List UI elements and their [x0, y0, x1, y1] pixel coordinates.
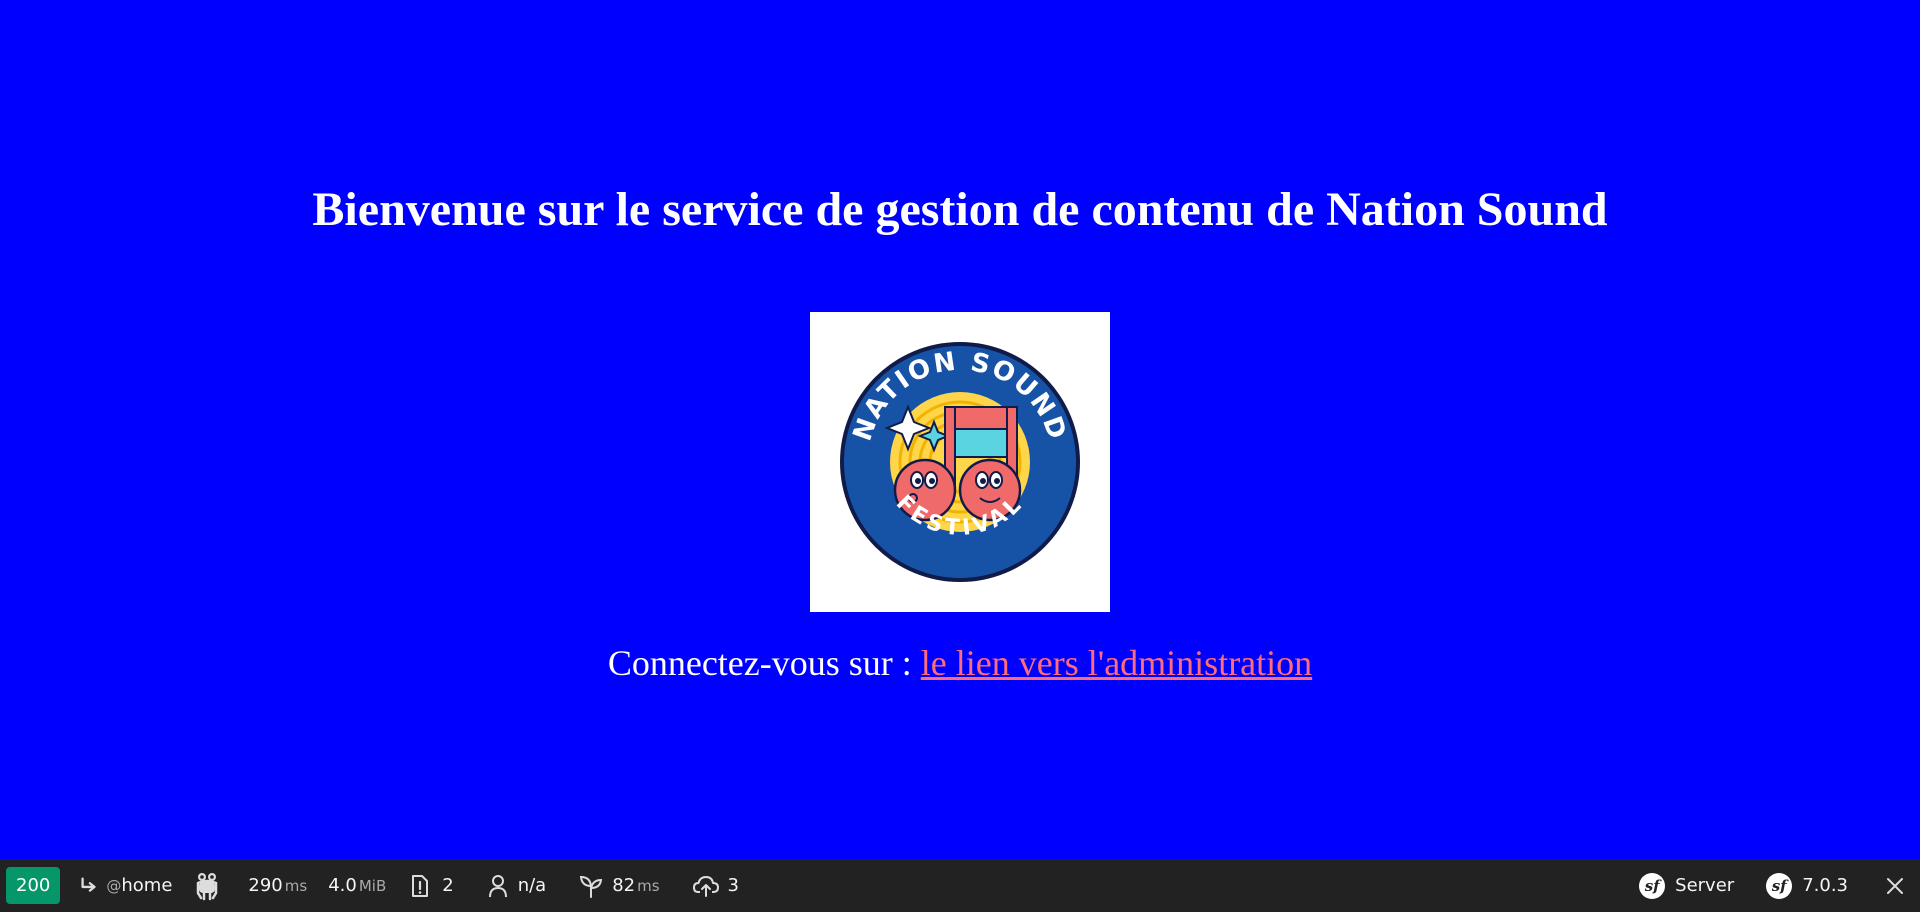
- route-arrow-icon: [78, 875, 100, 897]
- http-count: 3: [727, 875, 739, 896]
- server-item[interactable]: sf Server: [1639, 859, 1734, 912]
- connect-label: Connectez-vous sur :: [607, 643, 912, 683]
- twig-value: 82: [612, 875, 636, 896]
- time-unit: ms: [284, 876, 308, 895]
- time-item[interactable]: 290 ms: [248, 859, 307, 912]
- twig-item[interactable]: 82 ms: [578, 859, 660, 912]
- close-icon: [1886, 877, 1904, 895]
- twig-sprout-icon: [578, 874, 604, 898]
- route-name: home: [121, 875, 173, 896]
- memory-value: 4.0: [328, 875, 357, 896]
- logo-graphic: NATION SOUND FESTIVAL: [840, 342, 1080, 582]
- twig-unit: ms: [637, 876, 660, 895]
- server-label: Server: [1675, 875, 1735, 896]
- symfony-version-item[interactable]: sf 7.0.3: [1766, 859, 1848, 912]
- nation-sound-logo: NATION SOUND FESTIVAL: [810, 312, 1110, 612]
- user-value: n/a: [517, 875, 547, 896]
- file-alert-icon: [410, 874, 430, 898]
- time-value: 290: [248, 875, 283, 896]
- symfony-icon: sf: [1639, 872, 1666, 899]
- connect-line: Connectez-vous sur : le lien vers l'admi…: [0, 640, 1920, 686]
- status-code-badge: 200: [6, 867, 61, 904]
- logs-item[interactable]: 2: [410, 859, 454, 912]
- close-toolbar-button[interactable]: [1886, 859, 1904, 912]
- memory-unit: MiB: [358, 876, 387, 895]
- page-title: Bienvenue sur le service de gestion de c…: [312, 183, 1608, 236]
- ghost-icon: [194, 871, 220, 901]
- user-item[interactable]: n/a: [488, 859, 547, 912]
- memory-item[interactable]: 4.0 MiB: [328, 859, 386, 912]
- logs-count: 2: [442, 875, 454, 896]
- symfony-version-icon: sf: [1766, 872, 1793, 899]
- route-prefix: @: [106, 876, 122, 895]
- user-icon: [488, 874, 508, 898]
- http-client-item[interactable]: 3: [692, 859, 739, 912]
- admin-link[interactable]: le lien vers l'administration: [921, 643, 1312, 683]
- ghost-item[interactable]: [194, 859, 220, 912]
- route-item[interactable]: @ home: [78, 859, 172, 912]
- symfony-version: 7.0.3: [1802, 875, 1848, 896]
- page-content: Bienvenue sur le service de gestion de c…: [0, 0, 1920, 859]
- status-item[interactable]: 200: [0, 859, 61, 912]
- debug-toolbar: 200 @ home 290 ms 4.0 MiB 2 n/a 82 ms 3 …: [0, 859, 1920, 912]
- cloud-upload-icon: [692, 874, 720, 898]
